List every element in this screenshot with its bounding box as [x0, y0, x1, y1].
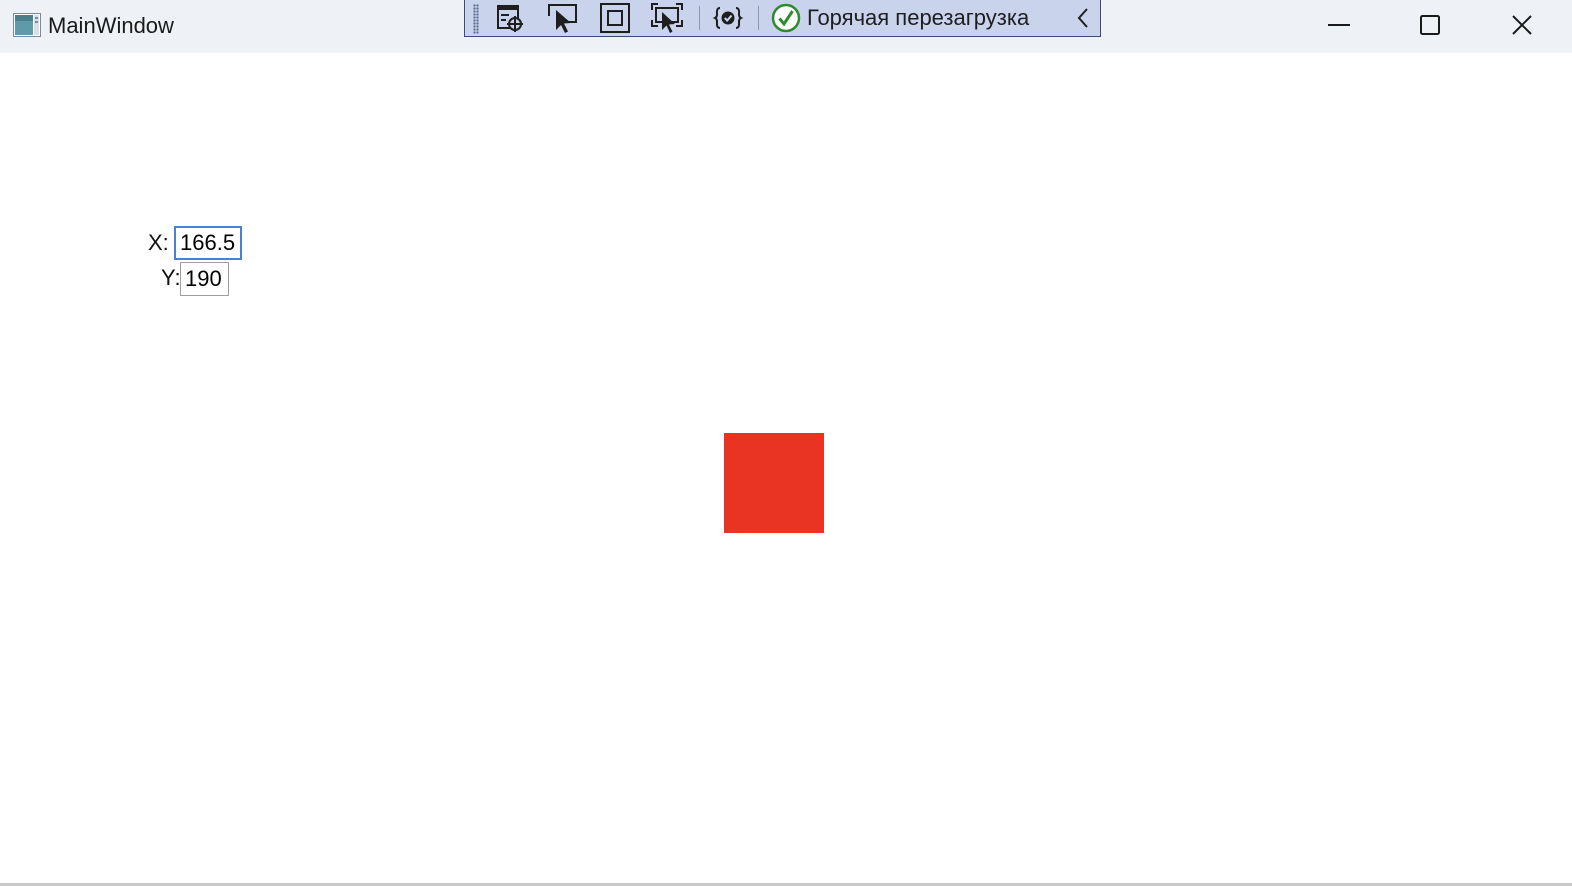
track-focused-element-icon — [651, 3, 683, 33]
toolbar-separator — [758, 6, 759, 30]
minimize-button[interactable] — [1293, 0, 1385, 50]
minimize-icon — [1328, 24, 1350, 26]
y-label: Y: — [161, 265, 181, 290]
draggable-red-square[interactable] — [724, 433, 824, 533]
select-element-icon — [548, 4, 577, 33]
hot-reload-label: Горячая перезагрузка — [807, 5, 1030, 30]
close-button[interactable] — [1476, 0, 1568, 50]
collapse-chevron-icon — [1077, 8, 1088, 28]
x-coordinate-input[interactable] — [174, 226, 242, 260]
hot-reload-status-icon — [771, 3, 801, 33]
track-focused-element-button[interactable] — [649, 2, 685, 34]
window-title: MainWindow — [48, 13, 174, 38]
collapse-toolbar-button[interactable] — [1071, 4, 1095, 32]
x-label: X: — [148, 230, 169, 255]
binding-failures-icon — [712, 7, 744, 29]
display-layout-adorners-button[interactable] — [597, 2, 633, 34]
live-visual-tree-button[interactable] — [493, 2, 529, 34]
toolbar-separator — [699, 6, 700, 30]
toolbar-grip-icon[interactable] — [473, 4, 479, 34]
title-bar[interactable]: MainWindow Горячая перезагрузка — [0, 0, 1572, 53]
main-window: MainWindow Горячая перезагрузка X: 166.5… — [0, 0, 1572, 886]
display-layout-adorners-icon — [600, 3, 630, 33]
debug-toolbar: Горячая перезагрузка — [464, 0, 1101, 37]
select-element-button[interactable] — [545, 2, 581, 34]
app-icon — [13, 13, 41, 37]
live-visual-tree-icon — [497, 5, 523, 32]
y-coordinate-input[interactable] — [180, 262, 229, 296]
binding-failures-button[interactable] — [710, 2, 746, 34]
maximize-button[interactable] — [1384, 0, 1476, 50]
maximize-icon — [1420, 15, 1440, 35]
hot-reload-button[interactable]: Горячая перезагрузка — [771, 2, 1029, 34]
close-icon — [1512, 15, 1532, 35]
